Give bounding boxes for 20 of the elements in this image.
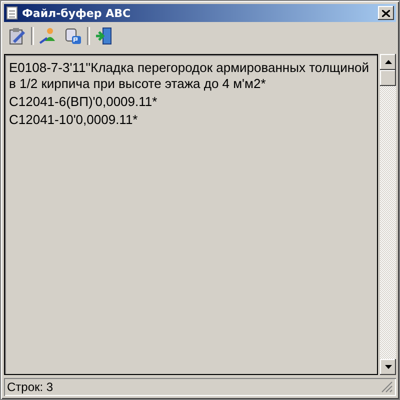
text-line: E0108-7-3'11''Кладка перегородок армированных толщиной в 1/2 кирпича при высоте этажа до 4 м'м2* xyxy=(9,60,370,92)
text-area[interactable]: E0108-7-3'11''Кладка перегородок армированных толщиной в 1/2 кирпича при высоте этажа до 4 м'м2* C12041-6(ВП)'0,0009.11* C12041-10'0,0009.11* xyxy=(4,54,378,375)
down-arrow-icon xyxy=(384,365,392,369)
scroll-thumb[interactable] xyxy=(380,70,396,86)
exit-icon xyxy=(95,27,113,45)
notepad-icon xyxy=(6,6,18,20)
resize-grip-icon[interactable] xyxy=(381,381,393,393)
scrollbar[interactable] xyxy=(380,54,396,375)
document-icon xyxy=(64,27,82,45)
person-icon xyxy=(39,27,57,45)
scroll-up-button[interactable] xyxy=(380,54,396,70)
scroll-down-button[interactable] xyxy=(380,359,396,375)
close-button[interactable] xyxy=(378,6,394,20)
close-icon xyxy=(382,10,390,16)
up-arrow-icon xyxy=(384,60,392,64)
window-title: Файл-буфер ABC xyxy=(22,6,132,20)
clipboard-icon xyxy=(8,27,26,45)
text-line: C12041-10'0,0009.11* xyxy=(9,112,139,128)
text-line: C12041-6(ВП)'0,0009.11* xyxy=(9,94,158,110)
status-text: Строк: 3 xyxy=(7,380,54,394)
